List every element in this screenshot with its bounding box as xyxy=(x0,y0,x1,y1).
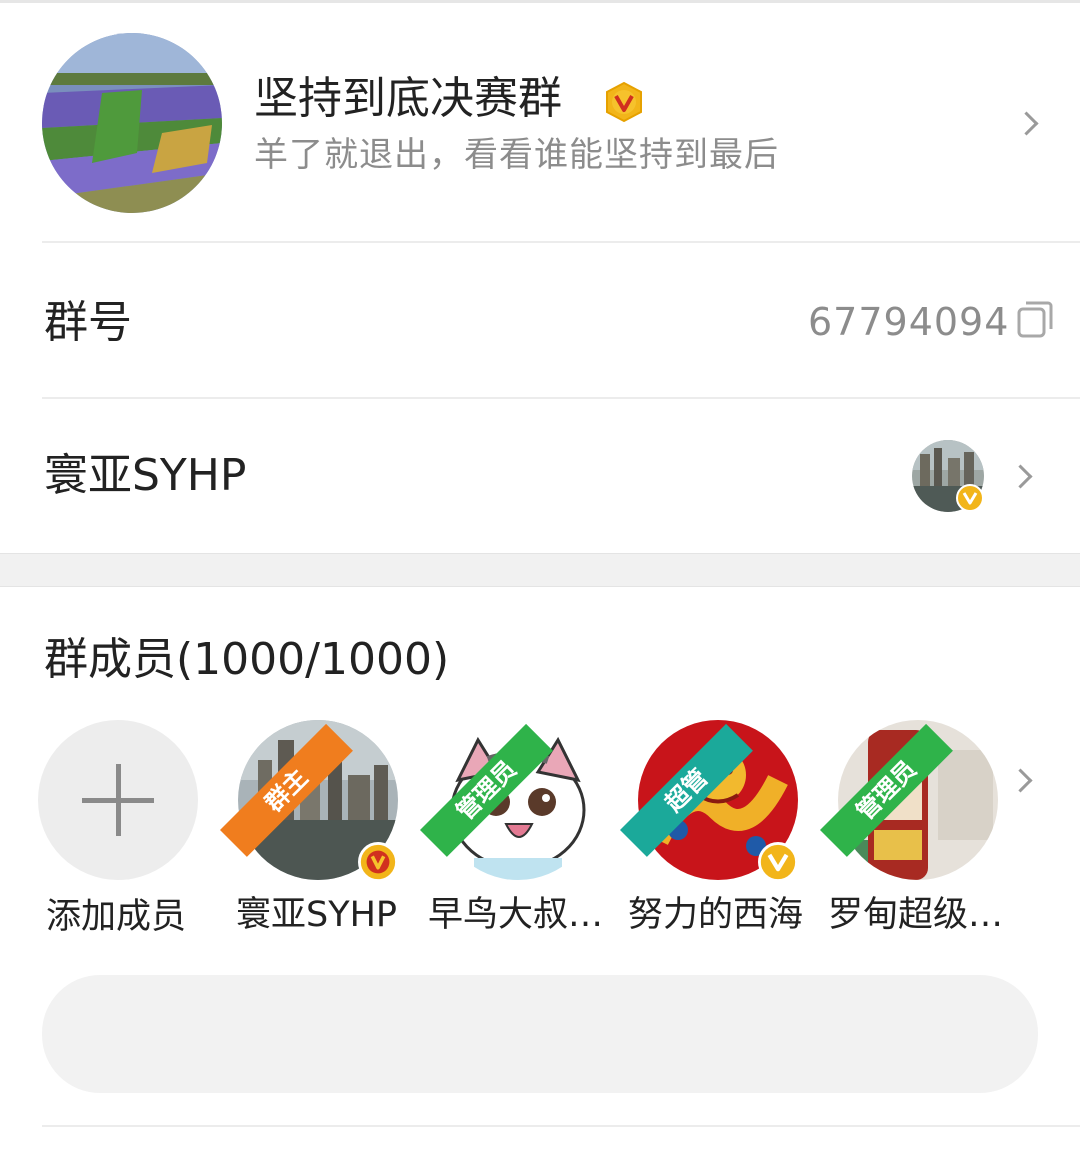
group-avatar[interactable] xyxy=(42,33,222,213)
group-description: 羊了就退出，看看谁能坚持到最后 xyxy=(254,135,779,175)
divider xyxy=(42,241,1080,243)
member-name: 寰亚SYHP xyxy=(236,895,398,935)
group-header[interactable]: 坚持到底决赛群 羊了就退出，看看谁能坚持到最后 xyxy=(0,3,1080,243)
group-number-value: 67794094 xyxy=(808,300,1010,344)
v-badge-icon xyxy=(956,484,984,512)
divider xyxy=(42,1125,1080,1127)
v-badge-icon xyxy=(606,81,642,123)
copy-icon[interactable] xyxy=(1016,299,1054,339)
search-bar[interactable] xyxy=(42,975,1038,1093)
divider xyxy=(42,397,1080,399)
chevron-right-icon xyxy=(1014,111,1039,136)
group-number-label: 群号 xyxy=(44,297,132,348)
v-badge-icon xyxy=(358,842,398,882)
member-item[interactable]: 管理员 罗甸超级… xyxy=(820,720,1018,950)
member-name: 早鸟大叔… xyxy=(428,895,604,935)
member-item[interactable]: 超管 努力的西海 xyxy=(620,720,818,950)
member-name: 努力的西海 xyxy=(628,895,804,935)
chevron-right-icon xyxy=(1008,464,1033,489)
add-member-button[interactable] xyxy=(38,720,198,880)
v-badge-icon xyxy=(758,842,798,882)
members-title[interactable]: 群成员(1000/1000) xyxy=(44,630,449,690)
plus-icon xyxy=(82,764,154,836)
group-name: 坚持到底决赛群 xyxy=(254,73,562,124)
member-item[interactable]: 管理员 早鸟大叔… xyxy=(420,720,618,950)
member-item[interactable]: 群主 寰亚SYHP xyxy=(220,720,418,950)
add-member-label: 添加成员 xyxy=(46,897,187,937)
group-owner-label[interactable]: 寰亚SYHP xyxy=(44,448,246,504)
section-separator xyxy=(0,553,1080,587)
member-name: 罗甸超级… xyxy=(828,895,1004,935)
